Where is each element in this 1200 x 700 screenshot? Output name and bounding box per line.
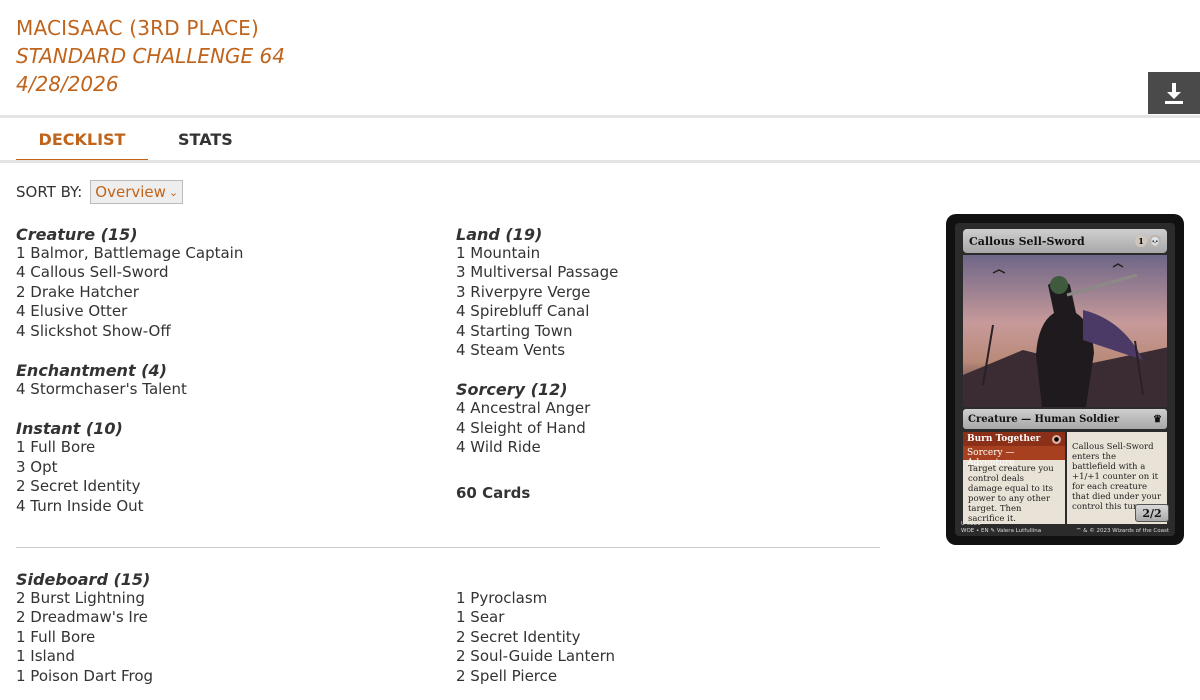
- card-line[interactable]: 1 Mountain: [456, 244, 876, 263]
- card-art: [963, 255, 1167, 407]
- generic-mana-icon: 1: [1135, 235, 1147, 247]
- mana-cost: 1 💀: [1135, 235, 1161, 247]
- sort-selected-value: Overview: [95, 183, 166, 201]
- player-name: MACISAAC (3RD PLACE): [16, 16, 259, 40]
- black-mana-icon: 💀: [1149, 235, 1161, 247]
- adventure-box: Burn Together ● Sorcery — Adventure Targ…: [963, 432, 1065, 524]
- card-line[interactable]: 2 Dreadmaw's Ire: [16, 608, 153, 627]
- card-preview-image: Callous Sell-Sword 1 💀 Creature — Human …: [946, 214, 1184, 545]
- adventure-name: Burn Together: [967, 434, 1041, 444]
- event-date: 4/28/2026: [16, 72, 119, 96]
- paintbrush-icon: ✎: [990, 528, 995, 534]
- red-mana-icon: ●: [1052, 434, 1061, 444]
- card-frame: Callous Sell-Sword 1 💀 Creature — Human …: [955, 223, 1175, 536]
- sideboard-divider: [16, 547, 880, 548]
- card-line[interactable]: 1 Sear: [456, 608, 615, 627]
- section-instant: Instant (10) 1 Full Bore 3 Opt 2 Secret …: [16, 419, 436, 516]
- card-line[interactable]: 4 Wild Ride: [456, 438, 876, 457]
- adventure-type: Sorcery — Adventure: [963, 446, 1065, 468]
- card-line[interactable]: 2 Soul-Guide Lantern: [456, 647, 615, 666]
- card-line[interactable]: 2 Spell Pierce: [456, 667, 615, 686]
- card-type-bar: Creature — Human Soldier ♛: [963, 409, 1167, 429]
- card-line[interactable]: 2 Secret Identity: [456, 628, 615, 647]
- section-land: Land (19) 1 Mountain 3 Multiversal Passa…: [456, 225, 876, 360]
- main-deck-left: Creature (15) 1 Balmor, Battlemage Capta…: [16, 225, 436, 536]
- card-line[interactable]: 4 Slickshot Show-Off: [16, 322, 436, 341]
- card-line[interactable]: 4 Turn Inside Out: [16, 497, 436, 516]
- card-line[interactable]: 1 Full Bore: [16, 438, 436, 457]
- card-total: 60 Cards: [456, 483, 531, 502]
- section-title: Instant (10): [16, 419, 123, 439]
- card-type-line: Creature — Human Soldier: [968, 413, 1120, 425]
- card-line[interactable]: 1 Poison Dart Frog: [16, 667, 153, 686]
- card-line[interactable]: 1 Pyroclasm: [456, 589, 615, 608]
- card-line[interactable]: 3 Opt: [16, 458, 436, 477]
- tab-bar: DECKLIST STATS: [16, 118, 233, 162]
- card-line[interactable]: 4 Elusive Otter: [16, 302, 436, 321]
- sideboard-title: Sideboard (15): [16, 570, 151, 589]
- set-symbol-icon: ♛: [1153, 413, 1162, 425]
- card-line[interactable]: 3 Riverpyre Verge: [456, 283, 876, 302]
- card-art-illustration: [963, 255, 1167, 407]
- card-line[interactable]: 4 Steam Vents: [456, 341, 876, 360]
- section-title: Enchantment (4): [16, 361, 167, 381]
- download-button[interactable]: [1148, 72, 1200, 114]
- card-line[interactable]: 4 Starting Town: [456, 322, 876, 341]
- event-name: STANDARD CHALLENGE 64: [16, 44, 285, 68]
- main-deck-right: Land (19) 1 Mountain 3 Multiversal Passa…: [456, 225, 876, 503]
- set-line: WOE • EN: [961, 528, 989, 534]
- card-line[interactable]: 4 Sleight of Hand: [456, 419, 876, 438]
- card-line[interactable]: 4 Callous Sell-Sword: [16, 263, 436, 282]
- card-line[interactable]: 3 Multiversal Passage: [456, 263, 876, 282]
- tab-decklist[interactable]: DECKLIST: [16, 118, 148, 162]
- sort-row: SORT BY: Overview ⌄: [16, 180, 184, 204]
- sideboard-left: 2 Burst Lightning 2 Dreadmaw's Ire 1 Ful…: [16, 589, 153, 686]
- copyright: ™ & © 2023 Wizards of the Coast: [1075, 528, 1169, 534]
- card-line[interactable]: 4 Spirebluff Canal: [456, 302, 876, 321]
- card-line[interactable]: 2 Burst Lightning: [16, 589, 153, 608]
- collector-number: U 0221: [961, 521, 981, 527]
- adventure-rules-text: Target creature you control deals damage…: [968, 464, 1054, 524]
- card-line[interactable]: 1 Balmor, Battlemage Captain: [16, 244, 436, 263]
- card-footer: WOE • EN ✎ Valera Lutfullina ™ & © 2023 …: [961, 528, 1169, 534]
- section-title: Creature (15): [16, 225, 138, 244]
- card-line[interactable]: 4 Ancestral Anger: [456, 399, 876, 418]
- adventure-name-bar: Burn Together ●: [963, 432, 1065, 446]
- card-line[interactable]: 1 Island: [16, 647, 153, 666]
- card-line[interactable]: 2 Secret Identity: [16, 477, 436, 496]
- card-line[interactable]: 1 Full Bore: [16, 628, 153, 647]
- sort-label: SORT BY:: [16, 183, 83, 201]
- tabs-divider: [0, 160, 1200, 163]
- tab-stats[interactable]: STATS: [178, 118, 233, 162]
- chevron-down-icon: ⌄: [168, 185, 179, 199]
- download-icon: [1165, 83, 1183, 104]
- card-line[interactable]: 2 Drake Hatcher: [16, 283, 436, 302]
- card-line[interactable]: 4 Stormchaser's Talent: [16, 380, 436, 399]
- sideboard-right: 1 Pyroclasm 1 Sear 2 Secret Identity 2 S…: [456, 589, 615, 686]
- section-sorcery: Sorcery (12) 4 Ancestral Anger 4 Sleight…: [456, 380, 876, 457]
- card-name: Callous Sell-Sword: [969, 234, 1085, 248]
- artist-name: Valera Lutfullina: [996, 528, 1042, 534]
- section-title: Sorcery (12): [456, 380, 568, 400]
- card-title-bar: Callous Sell-Sword 1 💀: [963, 229, 1167, 253]
- deck-header: MACISAAC (3RD PLACE) STANDARD CHALLENGE …: [16, 14, 285, 98]
- power-toughness: 2/2: [1135, 504, 1169, 522]
- sort-select[interactable]: Overview ⌄: [90, 180, 184, 204]
- section-creature: Creature (15) 1 Balmor, Battlemage Capta…: [16, 225, 436, 341]
- section-title: Land (19): [456, 225, 543, 244]
- section-enchantment: Enchantment (4) 4 Stormchaser's Talent: [16, 361, 436, 399]
